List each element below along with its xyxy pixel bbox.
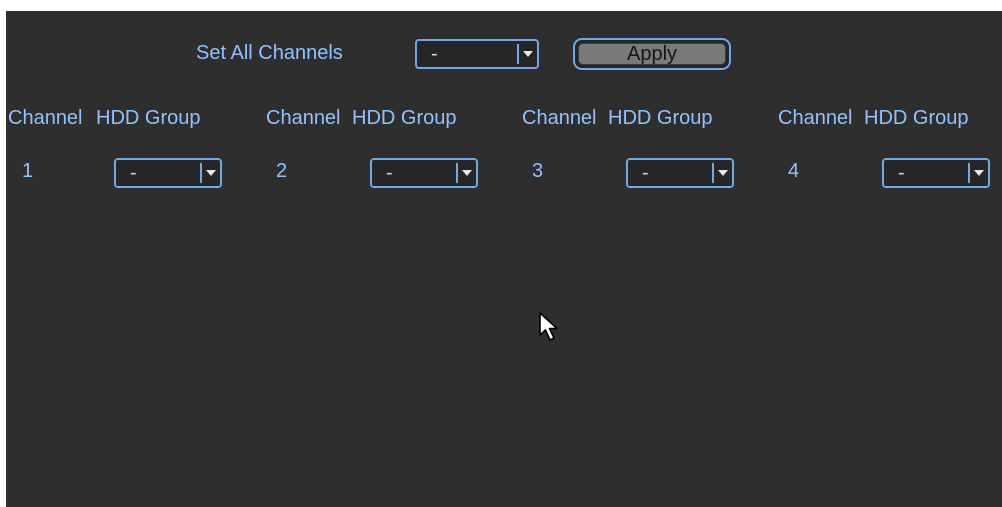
- hdd-group-header-1: HDD Group: [96, 107, 201, 129]
- set-all-channels-select[interactable]: -: [415, 39, 539, 69]
- hdd-group-value-2: -: [386, 162, 393, 184]
- channel-number-2: 2: [276, 160, 288, 182]
- channel-header-4: Channel: [778, 107, 853, 129]
- channel-header-2: Channel: [266, 107, 341, 129]
- hdd-group-select-2[interactable]: -: [370, 158, 478, 188]
- apply-button[interactable]: Apply: [573, 38, 731, 70]
- channel-header-1: Channel: [8, 107, 83, 129]
- set-all-channels-label: Set All Channels: [196, 42, 343, 64]
- apply-button-label: Apply: [626, 43, 678, 65]
- hdd-group-header-3: HDD Group: [608, 107, 713, 129]
- set-all-channels-value: -: [431, 43, 438, 65]
- hdd-group-header-2: HDD Group: [352, 107, 457, 129]
- channel-number-3: 3: [532, 160, 544, 182]
- hdd-group-select-4[interactable]: -: [882, 158, 990, 188]
- channel-number-1: 1: [22, 160, 34, 182]
- chevron-down-icon[interactable]: [200, 163, 218, 183]
- chevron-down-icon[interactable]: [712, 163, 730, 183]
- hdd-group-value-3: -: [642, 162, 649, 184]
- hdd-group-header-4: HDD Group: [864, 107, 969, 129]
- channel-number-4: 4: [788, 160, 800, 182]
- mouse-pointer-icon: [539, 312, 558, 341]
- chevron-down-icon[interactable]: [968, 163, 986, 183]
- hdd-group-value-1: -: [130, 162, 137, 184]
- hdd-group-select-3[interactable]: -: [626, 158, 734, 188]
- hdd-group-value-4: -: [898, 162, 905, 184]
- hdd-group-settings-panel: Set All Channels - Apply Channel HDD Gro…: [6, 11, 1002, 507]
- channel-header-3: Channel: [522, 107, 597, 129]
- chevron-down-icon[interactable]: [456, 163, 474, 183]
- chevron-down-icon[interactable]: [517, 44, 535, 64]
- hdd-group-select-1[interactable]: -: [114, 158, 222, 188]
